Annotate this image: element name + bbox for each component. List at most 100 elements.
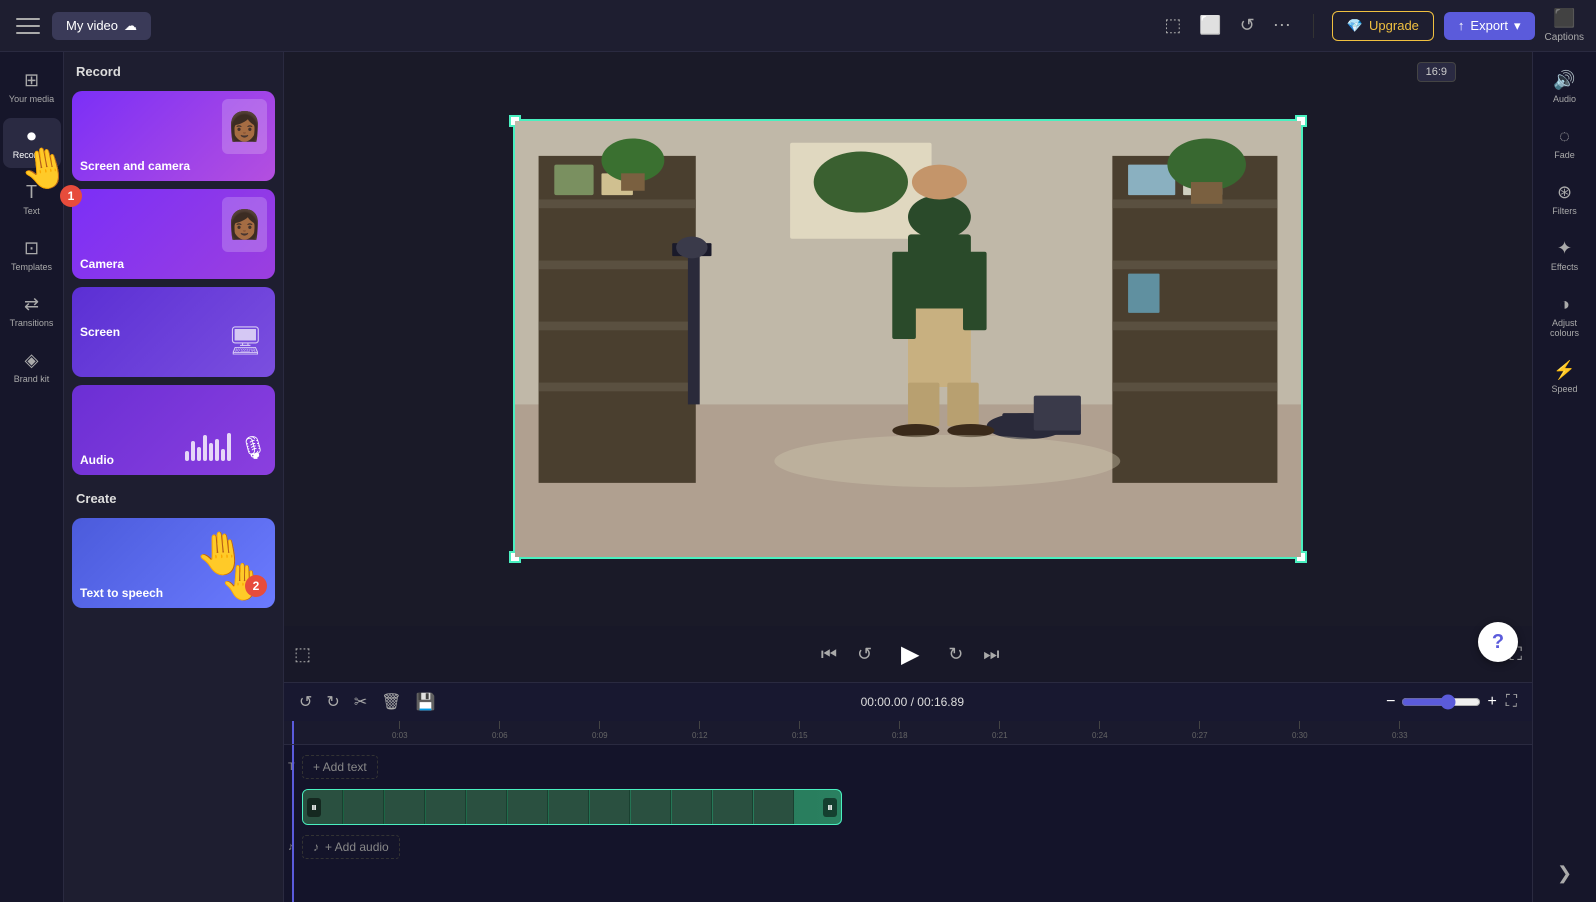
sidebar-item-text[interactable]: T Text — [3, 174, 61, 224]
video-track-row: ⏸ — [284, 789, 1532, 825]
left-panel: Record Screen and camera 👩🏾 Camera 👩🏾 Sc… — [64, 52, 284, 902]
templates-icon: ⊡ — [24, 238, 39, 259]
right-panel: 🔊 Audio ◌ Fade ⊛ Filters ✦ Effects ◑ Adj… — [1532, 52, 1596, 902]
record-section-title: Record — [64, 52, 283, 87]
ruler-mark-3: 0:09 — [592, 721, 608, 740]
zoom-slider[interactable] — [1401, 694, 1481, 710]
aspect-ratio-button[interactable]: ⬜ — [1195, 11, 1225, 40]
ruler-mark-8: 0:24 — [1092, 721, 1108, 740]
my-video-tab-label: My video — [66, 18, 118, 33]
right-panel-fade[interactable]: ◌ Fade — [1536, 118, 1594, 168]
record-card-camera[interactable]: Camera 👩🏾 — [72, 189, 275, 279]
hamburger-menu-button[interactable] — [12, 10, 44, 42]
main-area: ⊞ Your media ⏺ Record & T Text ⊡ Templat… — [0, 52, 1596, 902]
skip-forward-button[interactable]: ⏭ — [983, 644, 999, 665]
export-button[interactable]: ↑ Export ▾ — [1444, 12, 1535, 40]
upgrade-button[interactable]: 💎 Upgrade — [1332, 11, 1434, 41]
add-text-button[interactable]: + Add text — [302, 755, 378, 779]
zoom-plus-icon: + — [1487, 693, 1496, 711]
thumb-6 — [508, 790, 548, 824]
ruler-mark-1: 0:03 — [392, 721, 408, 740]
video-clip[interactable]: ⏸ — [302, 789, 842, 825]
right-panel-speed[interactable]: ⚡ Speed — [1536, 352, 1594, 402]
sidebar-item-label: Record & — [13, 150, 51, 160]
timeline-tracks: T + Add text ⏸ — [284, 745, 1532, 902]
playback-controls: ⬚ ⏮ ↺ ▶ ↻ ⏭ ⛶ — [284, 626, 1532, 682]
sidebar-item-label: Your media — [9, 94, 54, 104]
timeline-ruler: 0:03 0:06 0:09 0:12 0:15 — [284, 721, 1532, 745]
filters-icon: ⊛ — [1557, 182, 1572, 203]
timeline-cut-button[interactable]: ✂ — [351, 689, 370, 715]
right-panel-filters[interactable]: ⊛ Filters — [1536, 174, 1594, 224]
captions-label: Captions — [1545, 32, 1584, 43]
captions-button[interactable]: ⬛ Captions — [1545, 8, 1584, 43]
record-card-audio[interactable]: Audio 🎙 — [72, 385, 275, 475]
my-video-tab[interactable]: My video ☁ — [52, 12, 151, 40]
timeline-area: ↺ ↻ ✂ 🗑 💾 00:00.00 / 00:16.89 − + ⛶ — [284, 682, 1532, 902]
clip-thumbnails — [303, 790, 794, 824]
forward-5-button[interactable]: ↻ — [948, 644, 963, 665]
thumb-11 — [713, 790, 753, 824]
filters-label: Filters — [1552, 206, 1577, 216]
playhead-ruler — [292, 721, 294, 744]
adjust-icon: ◑ — [1559, 294, 1570, 315]
upgrade-icon: 💎 — [1347, 18, 1363, 34]
thumb-8 — [590, 790, 630, 824]
clip-end-button[interactable]: ⏸ — [823, 798, 837, 817]
sidebar-item-your-media[interactable]: ⊞ Your media — [3, 62, 61, 112]
add-text-label: + Add text — [313, 760, 367, 774]
annotation-badge-2: 2 — [245, 575, 267, 597]
card-label: Camera — [80, 257, 124, 271]
help-button[interactable]: ? — [1478, 622, 1518, 662]
timeline-toolbar: ↺ ↻ ✂ 🗑 💾 00:00.00 / 00:16.89 − + ⛶ — [284, 683, 1532, 721]
timeline-redo-button[interactable]: ↻ — [323, 689, 342, 715]
timeline-fullscreen-button[interactable]: ⛶ — [1503, 690, 1520, 714]
crop-button[interactable]: ⬚ — [1160, 11, 1185, 40]
record-card-screen[interactable]: Screen 🖥 — [72, 287, 275, 377]
ruler-mark-6: 0:18 — [892, 721, 908, 740]
topbar: My video ☁ ⬚ ⬜ ↺ ⋯ 💎 Upgrade ↑ Export ▾ … — [0, 0, 1596, 52]
sidebar-item-label: Templates — [11, 262, 52, 272]
right-panel-adjust-colours[interactable]: ◑ Adjust colours — [1536, 286, 1594, 346]
ruler-mark-9: 0:27 — [1192, 721, 1208, 740]
skip-back-button[interactable]: ⏮ — [821, 644, 837, 665]
clip-mute-button[interactable]: ⏸ — [307, 798, 321, 817]
video-frame[interactable] — [513, 119, 1303, 559]
thumb-12 — [754, 790, 794, 824]
adjust-label: Adjust colours — [1540, 318, 1590, 338]
subtitle-button[interactable]: ⬚ — [294, 644, 311, 665]
add-audio-button[interactable]: ♪ + Add audio — [302, 835, 400, 859]
timeline-delete-button[interactable]: 🗑 — [378, 689, 404, 715]
effects-label: Effects — [1551, 262, 1578, 272]
timeline-undo-button[interactable]: ↺ — [296, 689, 315, 715]
text-track-content: + Add text — [294, 749, 1532, 785]
card-avatar: 👩🏾 — [222, 99, 267, 154]
right-panel-audio[interactable]: 🔊 Audio — [1536, 62, 1594, 112]
sidebar-item-brand-kit[interactable]: ◈ Brand kit — [3, 342, 61, 392]
record-card-tts[interactable]: Text to speech 🤚 — [72, 518, 275, 608]
sidebar-item-templates[interactable]: ⊡ Templates — [3, 230, 61, 280]
undo-preview-button[interactable]: ↺ — [1236, 11, 1259, 40]
right-panel-effects[interactable]: ✦ Effects — [1536, 230, 1594, 280]
card-label: Screen and camera — [80, 159, 190, 173]
thumb-9 — [631, 790, 671, 824]
rewind-5-button[interactable]: ↺ — [857, 644, 872, 665]
right-panel-expand-button[interactable]: ❯ — [1549, 855, 1580, 892]
sidebar-item-transitions[interactable]: ⇄ Transitions — [3, 286, 61, 336]
room-svg — [515, 121, 1301, 557]
sidebar-item-record[interactable]: ⏺ Record & — [3, 118, 61, 168]
timeline-zoom-area: − + ⛶ — [1386, 690, 1520, 714]
fade-icon: ◌ — [1559, 126, 1570, 147]
grid-icon: ⊞ — [24, 70, 39, 91]
ruler-mark-4: 0:12 — [692, 721, 708, 740]
timeline-save-button[interactable]: 💾 — [413, 689, 439, 715]
thumb-10 — [672, 790, 712, 824]
record-card-screen-camera[interactable]: Screen and camera 👩🏾 — [72, 91, 275, 181]
more-options-button[interactable]: ⋯ — [1269, 11, 1295, 40]
topbar-right: ⬚ ⬜ ↺ ⋯ 💎 Upgrade ↑ Export ▾ ⬛ Captions — [1160, 8, 1584, 43]
effects-icon: ✦ — [1557, 238, 1572, 259]
play-pause-button[interactable]: ▶ — [892, 636, 928, 672]
ruler-mark-10: 0:30 — [1292, 721, 1308, 740]
topbar-left: My video ☁ — [12, 10, 151, 42]
video-track-content: ⏸ — [294, 789, 1532, 825]
